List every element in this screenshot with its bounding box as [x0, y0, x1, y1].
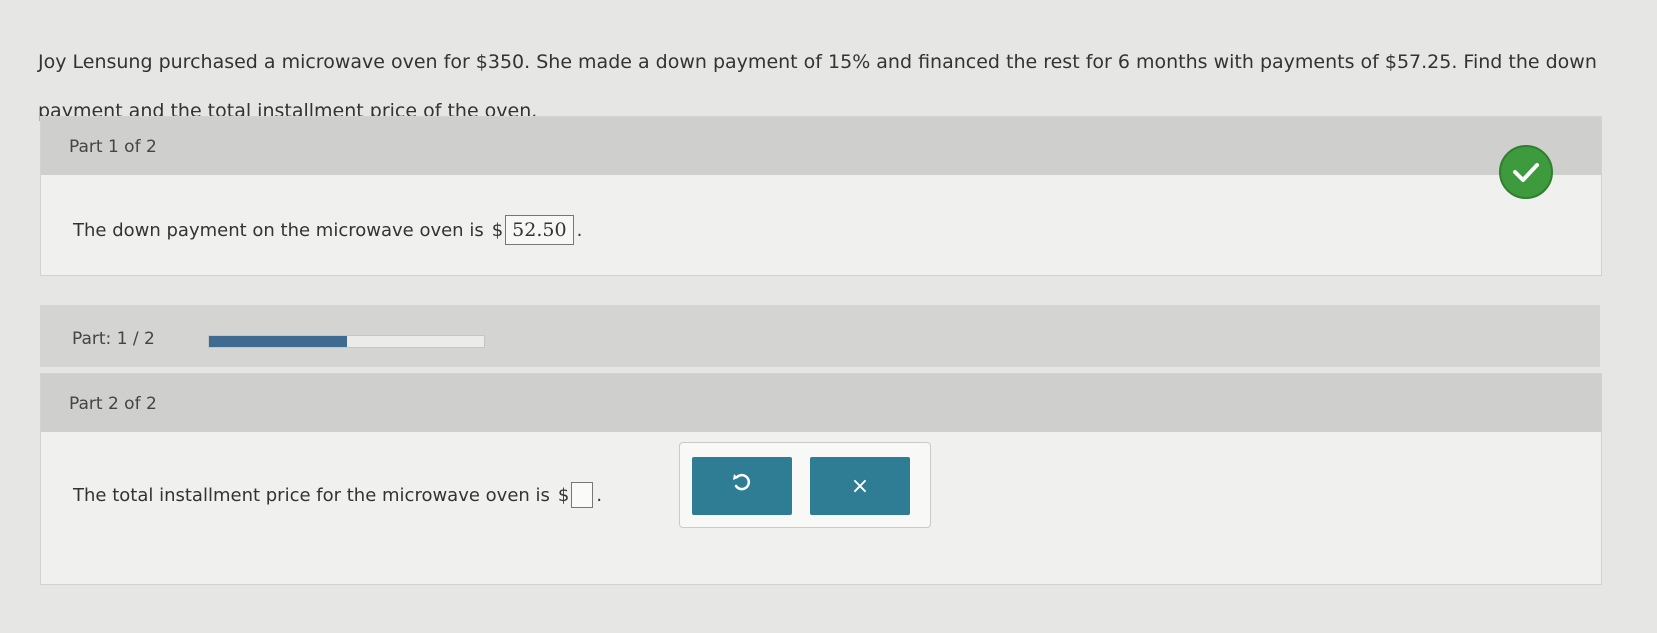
progress-label: Part: 1 / 2: [72, 329, 155, 349]
part-progress: Part: 1 / 2: [40, 305, 1600, 367]
part-2-period: .: [596, 484, 603, 506]
part-1-header: Part 1 of 2: [41, 117, 1601, 175]
part-1-title: Part 1 of 2: [69, 137, 157, 157]
part-1-answer-row: The down payment on the microwave oven i…: [73, 215, 582, 245]
part-2-title: Part 2 of 2: [69, 394, 157, 414]
progress-bar: [208, 335, 485, 348]
progress-fill: [209, 336, 347, 347]
part-1-currency: $: [491, 219, 504, 241]
part-2-header: Part 2 of 2: [41, 374, 1601, 432]
part-1-panel: Part 1 of 2 The down payment on the micr…: [40, 116, 1602, 276]
part-1-answer-field[interactable]: 52.50: [505, 215, 574, 245]
part-1-prompt: The down payment on the microwave oven i…: [73, 219, 484, 241]
part-2-answer-field[interactable]: [571, 482, 594, 508]
part-1-period: .: [576, 219, 583, 241]
clear-button[interactable]: ×: [810, 457, 910, 515]
part-2-prompt: The total installment price for the micr…: [73, 484, 550, 506]
undo-button[interactable]: [692, 457, 792, 515]
part-2-panel: Part 2 of 2 The total installment price …: [40, 373, 1602, 585]
part-2-answer-row: The total installment price for the micr…: [73, 482, 602, 508]
answer-tools: ×: [679, 442, 931, 528]
close-icon: ×: [850, 473, 870, 499]
undo-icon: [731, 472, 753, 500]
check-icon: [1499, 145, 1553, 199]
part-2-currency: $: [557, 484, 570, 506]
